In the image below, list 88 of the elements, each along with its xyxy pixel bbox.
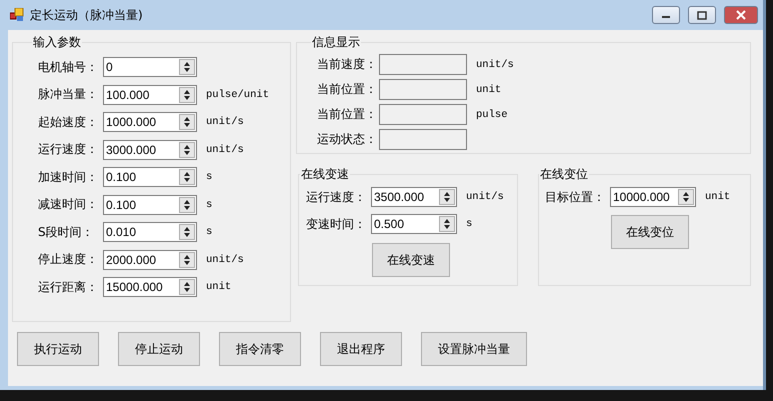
unit-label: pulse/unit (206, 88, 270, 100)
up-down-arrows-icon (183, 88, 191, 100)
spin-field[interactable]: 0.010 (103, 222, 197, 242)
up-down-arrows-icon (183, 116, 191, 128)
field-label: 电机轴号： (38, 58, 99, 76)
group-title: 信息显示 (311, 34, 361, 51)
action-button[interactable]: 停止运动 (118, 332, 200, 366)
spin-field[interactable]: 0.500 (371, 214, 457, 234)
readout-field[interactable] (379, 104, 467, 125)
spin-buttons[interactable] (179, 59, 195, 75)
up-down-arrows-icon (183, 226, 191, 238)
spin-buttons[interactable] (439, 216, 455, 232)
unit-label: unit/s (206, 116, 244, 128)
spin-field[interactable]: 10000.000 (610, 187, 696, 207)
maximize-button[interactable] (688, 6, 716, 24)
unit-label: s (206, 171, 212, 183)
field-label: S段时间： (38, 224, 95, 240)
readout-field[interactable] (379, 129, 467, 150)
field-label: 当前位置： (317, 106, 378, 123)
unit-label: unit (476, 84, 502, 96)
unit-label: s (206, 198, 212, 210)
unit-label: pulse (476, 108, 508, 120)
up-down-arrows-icon (682, 191, 690, 203)
unit-label: s (466, 218, 472, 230)
up-down-arrows-icon (183, 281, 191, 293)
spin-buttons[interactable] (179, 196, 195, 212)
window-title: 定长运动（脉冲当量) (30, 6, 144, 24)
field-label: 当前位置： (317, 81, 378, 98)
spin-buttons[interactable] (678, 189, 694, 205)
field-label: 运行距离： (38, 278, 99, 296)
unit-label: unit/s (206, 254, 244, 266)
action-button[interactable]: 指令清零 (219, 332, 301, 366)
readout-field[interactable] (379, 54, 467, 75)
spin-field[interactable]: 2000.000 (103, 250, 197, 270)
field-label: 目标位置： (545, 188, 606, 206)
spin-buttons[interactable] (179, 169, 195, 185)
field-label: 加速时间： (38, 168, 99, 186)
group-title: 在线变位 (539, 166, 589, 183)
unit-label: unit (206, 281, 232, 293)
unit-label: unit/s (206, 144, 244, 156)
spin-buttons[interactable] (179, 224, 195, 240)
readout-field[interactable] (379, 79, 467, 100)
spin-field[interactable]: 0.100 (103, 167, 197, 187)
up-down-arrows-icon (183, 61, 191, 73)
spin-buttons[interactable] (439, 189, 455, 205)
spin-field[interactable]: 0.100 (103, 194, 197, 214)
online-speed-button[interactable]: 在线变速 (372, 243, 450, 277)
spin-buttons[interactable] (179, 142, 195, 158)
spin-field[interactable]: 3500.000 (371, 187, 457, 207)
app-icon (10, 8, 24, 22)
up-down-arrows-icon (443, 191, 451, 203)
spin-field[interactable]: 100.000 (103, 84, 197, 104)
spin-buttons[interactable] (179, 252, 195, 268)
spin-buttons[interactable] (179, 279, 195, 295)
up-down-arrows-icon (183, 254, 191, 266)
unit-label: unit (705, 191, 730, 203)
field-label: 变速时间： (306, 216, 367, 232)
field-label: 运行速度： (38, 141, 99, 158)
unit-label: unit/s (466, 191, 504, 203)
unit-label: s (206, 226, 212, 238)
up-down-arrows-icon (183, 198, 191, 210)
field-label: 减速时间： (38, 196, 99, 213)
action-button[interactable]: 退出程序 (320, 332, 402, 366)
spin-buttons[interactable] (179, 114, 195, 130)
online-position-button[interactable]: 在线变位 (611, 215, 689, 249)
spin-field[interactable]: 0 (103, 57, 197, 77)
close-icon (736, 10, 746, 20)
group-title: 输入参数 (32, 34, 82, 51)
spin-buttons[interactable] (179, 86, 195, 102)
group-title: 在线变速 (300, 166, 350, 183)
up-down-arrows-icon (183, 171, 191, 183)
field-label: 当前速度： (317, 56, 378, 73)
field-label: 起始速度： (38, 114, 99, 130)
field-label: 运行速度： (306, 188, 367, 206)
close-button[interactable] (724, 6, 758, 24)
field-label: 脉冲当量： (38, 86, 99, 103)
up-down-arrows-icon (443, 218, 451, 230)
spin-field[interactable]: 3000.000 (103, 140, 197, 160)
minimize-button[interactable] (652, 6, 680, 24)
up-down-arrows-icon (183, 144, 191, 156)
unit-label: unit/s (476, 58, 514, 70)
field-label: 停止速度： (38, 251, 99, 268)
field-label: 运动状态： (317, 131, 378, 148)
action-button[interactable]: 执行运动 (17, 332, 99, 366)
action-button[interactable]: 设置脉冲当量 (421, 332, 527, 366)
maximize-icon (697, 10, 707, 20)
spin-field[interactable]: 1000.000 (103, 112, 197, 132)
spin-field[interactable]: 15000.000 (103, 277, 197, 297)
